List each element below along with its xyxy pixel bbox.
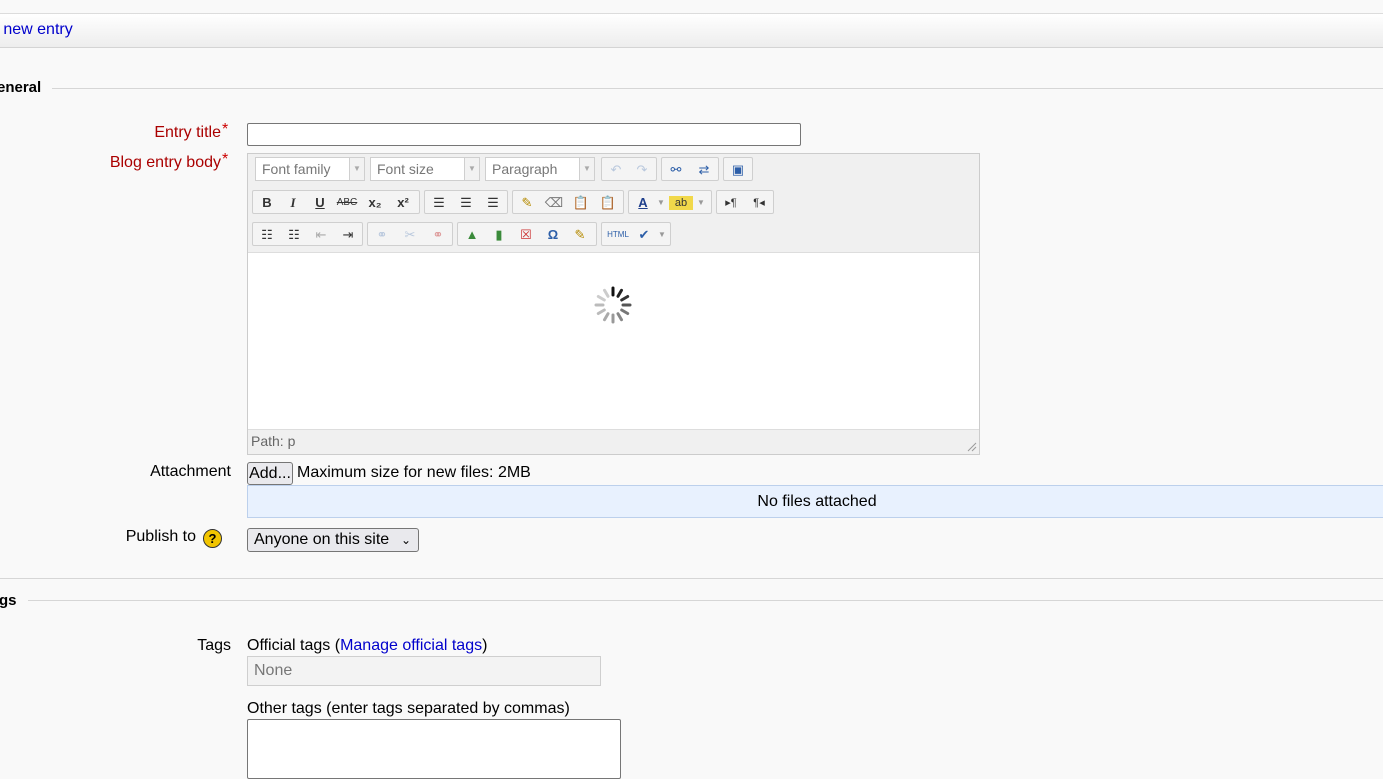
- dropdown-arrow-icon: ▼: [579, 158, 594, 180]
- required-icon: *: [222, 121, 229, 138]
- editor-content-area[interactable]: [248, 252, 979, 430]
- align-right-icon[interactable]: ☰: [481, 192, 505, 214]
- alignment-group: ☰ ☰ ☰: [424, 190, 508, 214]
- rtl-icon[interactable]: ¶◂: [747, 192, 771, 214]
- chevron-down-icon[interactable]: ▼: [695, 192, 707, 214]
- spellcheck-icon[interactable]: ✔: [632, 224, 656, 246]
- manage-official-tags-link[interactable]: Manage official tags: [340, 637, 482, 654]
- eraser-icon[interactable]: ⌫: [542, 192, 566, 214]
- paste-word-icon[interactable]: 📋: [596, 192, 620, 214]
- resize-handle-icon[interactable]: [967, 442, 977, 452]
- strikethrough-icon[interactable]: ABC: [335, 192, 359, 214]
- rich-text-editor: Font family ▼ Font size ▼ Paragraph ▼ ↶ …: [247, 153, 980, 455]
- chevron-down-icon[interactable]: ▼: [656, 224, 668, 246]
- loading-spinner-icon: [594, 286, 632, 324]
- unlink-icon[interactable]: ✂: [398, 224, 422, 246]
- paste-text-icon[interactable]: 📋: [569, 192, 593, 214]
- subscript-icon[interactable]: x₂: [363, 192, 387, 214]
- search-group: ⚯ ⇄: [661, 157, 719, 181]
- color-group: A ▼ ab ▼: [628, 190, 712, 214]
- official-tags-close: ): [482, 637, 488, 654]
- font-size-value: Font size: [377, 161, 434, 177]
- section-tags-legend[interactable]: gs: [0, 592, 17, 609]
- section-divider: [28, 600, 1383, 601]
- undo-icon[interactable]: ↶: [604, 159, 628, 181]
- text-style-group: B I U ABC x₂ x²: [252, 190, 420, 214]
- special-char-icon[interactable]: Ω: [541, 224, 565, 246]
- html-source-icon[interactable]: HTML: [604, 224, 632, 246]
- undo-redo-group: ↶ ↷: [601, 157, 657, 181]
- link-icon[interactable]: ⚭: [370, 224, 394, 246]
- official-tags-select[interactable]: None: [247, 656, 601, 686]
- format-select[interactable]: Paragraph ▼: [485, 157, 595, 181]
- publish-to-select[interactable]: Anyone on this site ⌄: [247, 528, 419, 552]
- code-group: HTML ✔ ▼: [601, 222, 671, 246]
- chevron-down-icon[interactable]: ▼: [655, 192, 667, 214]
- superscript-icon[interactable]: x²: [391, 192, 415, 214]
- cleanup-icon[interactable]: ✎: [515, 192, 539, 214]
- insert-image-icon[interactable]: ▲: [460, 224, 484, 246]
- nolink-icon[interactable]: ☒: [514, 224, 538, 246]
- text-color-icon[interactable]: A: [631, 192, 655, 214]
- other-tags-label: Other tags (enter tags separated by comm…: [247, 700, 570, 717]
- official-tags-label: Official tags (Manage official tags): [247, 637, 487, 655]
- add-file-button[interactable]: Add...: [247, 462, 293, 485]
- highlight-color-icon[interactable]: ab: [669, 196, 693, 210]
- dropdown-arrow-icon: ▼: [349, 158, 364, 180]
- no-files-text: No files attached: [757, 493, 877, 510]
- direction-group: ▸¶ ¶◂: [716, 190, 774, 214]
- font-family-select[interactable]: Font family ▼: [255, 157, 365, 181]
- publish-to-value: Anyone on this site: [254, 531, 390, 548]
- add-new-entry-link[interactable]: a new entry: [0, 21, 73, 39]
- chevron-down-icon: ⌄: [400, 533, 411, 547]
- insert-group: ▲ ▮ ☒ Ω ✎: [457, 222, 597, 246]
- other-tags-textarea[interactable]: [247, 719, 621, 779]
- entry-title-label: Entry title: [154, 124, 221, 141]
- link-group: ⚭ ✂ ⚭: [367, 222, 453, 246]
- numbered-list-icon[interactable]: ☷: [282, 224, 306, 246]
- official-tags-text: Official tags (: [247, 637, 341, 654]
- section-general-legend[interactable]: eneral: [0, 79, 41, 96]
- replace-icon[interactable]: ⇄: [692, 159, 716, 181]
- ltr-icon[interactable]: ▸¶: [719, 192, 743, 214]
- underline-icon[interactable]: U: [308, 192, 332, 214]
- find-icon[interactable]: ⚯: [664, 159, 688, 181]
- section-separator: [0, 578, 1383, 579]
- bullet-list-icon[interactable]: ☷: [255, 224, 279, 246]
- align-center-icon[interactable]: ☰: [454, 192, 478, 214]
- tags-label: Tags: [197, 637, 231, 654]
- insert-media-icon[interactable]: ▮: [487, 224, 511, 246]
- redo-icon[interactable]: ↷: [630, 159, 654, 181]
- breadcrumb-bar: [0, 14, 1383, 48]
- section-divider: [52, 88, 1383, 89]
- italic-icon[interactable]: I: [281, 192, 305, 214]
- attachment-label: Attachment: [150, 463, 231, 480]
- entry-title-input[interactable]: [247, 123, 801, 146]
- anchor-icon[interactable]: ⚭: [426, 224, 450, 246]
- blog-body-label: Blog entry body: [109, 154, 221, 171]
- file-drop-area[interactable]: No files attached: [247, 485, 1383, 518]
- fullscreen-icon[interactable]: ▣: [726, 159, 750, 181]
- editor-path: Path: p: [251, 433, 296, 449]
- indent-icon[interactable]: ⇥: [336, 224, 360, 246]
- outdent-icon[interactable]: ⇤: [309, 224, 333, 246]
- list-group: ☷ ☷ ⇤ ⇥: [252, 222, 363, 246]
- dropdown-arrow-icon: ▼: [464, 158, 479, 180]
- bold-icon[interactable]: B: [255, 192, 279, 214]
- font-size-select[interactable]: Font size ▼: [370, 157, 480, 181]
- insert-note-icon[interactable]: ✎: [568, 224, 592, 246]
- max-size-text: Maximum size for new files: 2MB: [297, 464, 531, 481]
- align-left-icon[interactable]: ☰: [427, 192, 451, 214]
- clipboard-group: ✎ ⌫ 📋 📋: [512, 190, 624, 214]
- font-family-value: Font family: [262, 161, 331, 177]
- format-value: Paragraph: [492, 161, 558, 177]
- publish-to-label: Publish to: [125, 528, 196, 545]
- required-icon: *: [222, 151, 229, 168]
- help-icon[interactable]: ?: [203, 529, 222, 548]
- fullscreen-group: ▣: [723, 157, 753, 181]
